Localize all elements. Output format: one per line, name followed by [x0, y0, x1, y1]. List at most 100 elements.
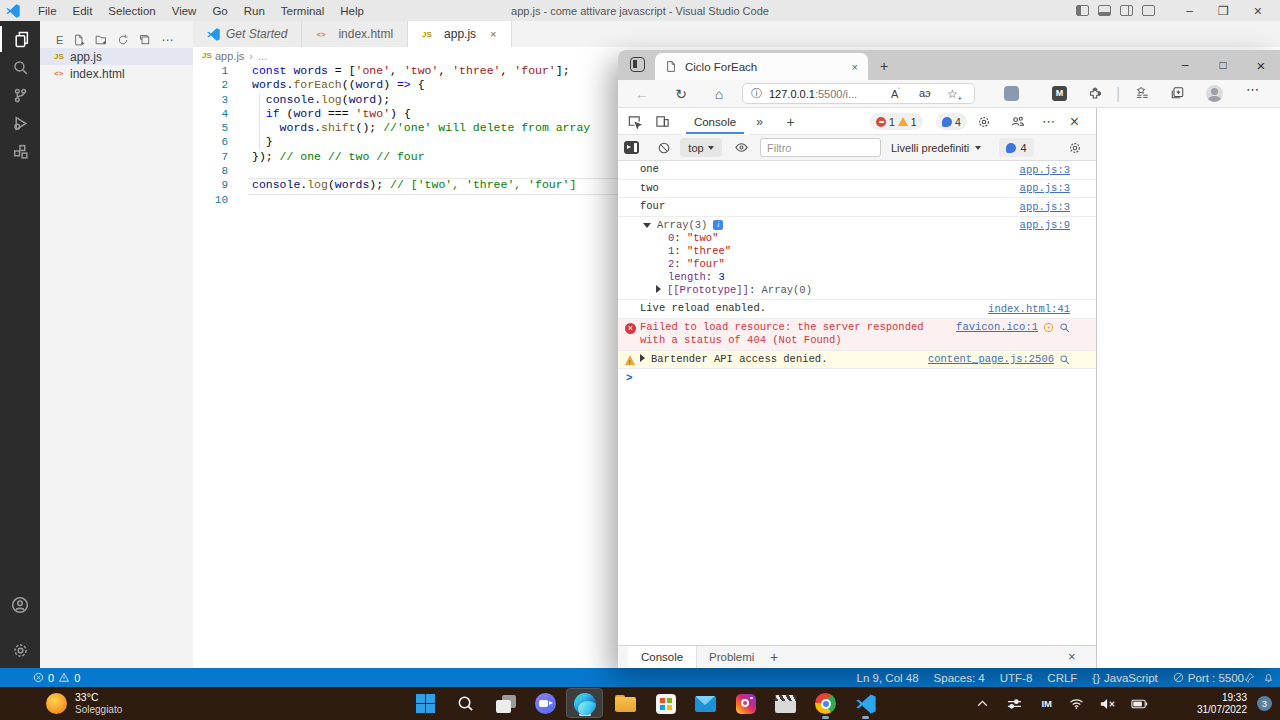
browser-tab-ciclo-foreach[interactable]: Ciclo ForEach × — [655, 53, 868, 80]
settings-gear-icon[interactable] — [0, 637, 40, 663]
statusbar-ln-9-col-48[interactable]: Ln 9, Col 48 — [857, 672, 919, 684]
tab-index-html[interactable]: <> index.html — [302, 21, 408, 47]
favorites-icon[interactable] — [1134, 86, 1149, 100]
context-selector[interactable]: top — [680, 138, 722, 157]
profile-avatar[interactable] — [1206, 85, 1223, 102]
vscode-taskbar-icon[interactable] — [853, 691, 878, 716]
live-expression-eye-icon[interactable] — [733, 139, 750, 156]
file-item-appjs[interactable]: JS app.js — [40, 48, 193, 65]
notification-count-badge[interactable]: 3 — [1257, 696, 1272, 711]
notifications-bell-icon[interactable] — [1263, 672, 1274, 683]
source-link[interactable]: app.js:3 — [1020, 164, 1070, 178]
more-tabs-icon[interactable]: » — [751, 113, 768, 130]
task-view-icon[interactable] — [493, 691, 518, 716]
extension-icon-m[interactable]: M — [1052, 86, 1067, 101]
file-item-indexhtml[interactable]: <> index.html — [40, 65, 193, 82]
new-tab-button[interactable]: + — [880, 58, 888, 74]
error-warning-badges[interactable]: 1 1 — [870, 113, 923, 130]
log-levels-dropdown[interactable]: Livelli predefiniti — [891, 135, 981, 161]
run-debug-icon[interactable] — [0, 110, 40, 136]
edge-minimize-button[interactable]: – — [1166, 58, 1204, 72]
refresh-icon[interactable]: ↻ — [672, 85, 690, 103]
address-bar[interactable]: ⓘ 127.0.0.1:5500/i... Aʹ aэ ☆+ — [742, 83, 975, 104]
tab-app-js[interactable]: JS app.js × — [408, 21, 511, 47]
edge-more-menu-icon[interactable]: ⋯ — [1246, 82, 1259, 97]
refresh-icon[interactable] — [117, 34, 129, 46]
accounts-icon[interactable] — [0, 592, 40, 618]
wifi-icon[interactable] — [1069, 687, 1084, 720]
edge-maximize-button[interactable]: □ — [1204, 58, 1242, 72]
drawer-tab-console[interactable]: Console — [628, 646, 697, 668]
devtools-tab-console[interactable]: Console — [681, 108, 749, 135]
expand-caret-icon[interactable] — [656, 285, 661, 293]
extensions-puzzle-icon[interactable] — [1088, 87, 1102, 101]
breadcrumb-more[interactable]: ... — [258, 50, 267, 62]
statusbar-crlf[interactable]: CRLF — [1047, 672, 1077, 684]
read-aloud-icon[interactable]: Aʹ — [891, 87, 900, 100]
feedback-icon[interactable] — [1244, 672, 1255, 683]
drawer-close-icon[interactable]: × — [1068, 649, 1076, 664]
browser-page-area[interactable] — [1096, 108, 1280, 668]
drawer-add-icon[interactable]: + — [770, 649, 778, 665]
devtools-feedback-icon[interactable] — [1009, 113, 1026, 130]
vscode-restore-button[interactable]: ❐ — [1210, 4, 1237, 18]
weather-widget[interactable]: 33°CSoleggiato — [46, 687, 122, 720]
source-link[interactable]: app.js:9 — [1020, 219, 1070, 233]
clock[interactable]: 19:3331/07/2022 — [1197, 692, 1247, 715]
devtools-close-icon[interactable]: × — [1066, 113, 1083, 130]
new-folder-icon[interactable] — [95, 34, 107, 46]
clear-console-icon[interactable] — [655, 139, 672, 156]
menu-view[interactable]: View — [164, 5, 205, 17]
console-settings-gear-icon[interactable] — [1066, 139, 1083, 156]
menu-go[interactable]: Go — [204, 5, 235, 17]
console-filter-input[interactable]: Filtro — [760, 138, 881, 157]
collapse-folders-icon[interactable] — [139, 34, 151, 46]
file-explorer-icon[interactable] — [613, 691, 638, 716]
start-button[interactable] — [413, 691, 438, 716]
source-link[interactable]: content_page.js:2506 — [928, 353, 1054, 367]
collections-icon[interactable] — [1170, 86, 1185, 100]
collapse-caret-icon[interactable] — [643, 223, 651, 228]
taskbar-search-icon[interactable] — [453, 691, 478, 716]
home-icon[interactable]: ⌂ — [710, 85, 728, 103]
vscode-close-button[interactable]: × — [1246, 3, 1270, 19]
back-icon[interactable]: ← — [633, 85, 651, 103]
breadcrumb-file[interactable]: app.js — [215, 50, 244, 62]
toggle-sidebar-icon[interactable] — [1076, 5, 1089, 16]
console-sidebar-icon[interactable] — [623, 139, 640, 156]
extensions-icon[interactable] — [0, 138, 40, 164]
statusbar-javascript[interactable]: {}JavaScript — [1092, 672, 1157, 684]
microsoft-store-icon[interactable] — [653, 691, 678, 716]
translate-icon[interactable]: aэ — [919, 87, 931, 99]
drawer-tab-problemi[interactable]: Problemi — [696, 646, 767, 668]
source-link[interactable]: favicon.ico:1 — [956, 321, 1038, 335]
tab-close-icon[interactable]: × — [490, 28, 496, 40]
source-link[interactable]: index.html:41 — [988, 303, 1070, 317]
menu-terminal[interactable]: Terminal — [273, 5, 332, 17]
input-language-indicator[interactable]: IM — [1041, 687, 1052, 720]
menu-run[interactable]: Run — [236, 5, 273, 17]
tab-close-icon[interactable]: × — [852, 61, 858, 73]
toggle-panel-icon[interactable] — [1098, 5, 1111, 16]
menu-selection[interactable]: Selection — [100, 5, 163, 17]
problems-status[interactable]: 0 0 — [33, 672, 80, 684]
instagram-icon[interactable] — [733, 691, 758, 716]
video-editor-icon[interactable] — [773, 691, 798, 716]
array-property[interactable]: [[Prototype]]: Array(0) — [656, 284, 1068, 297]
search-icon[interactable] — [0, 54, 40, 80]
tab-get-started[interactable]: Get Started — [193, 21, 302, 47]
menu-file[interactable]: File — [30, 5, 65, 17]
messages-badge[interactable]: 4 — [936, 113, 967, 130]
volume-muted-icon[interactable] — [1100, 687, 1116, 720]
edge-taskbar-icon[interactable] — [572, 691, 597, 716]
tray-expand-chevron-icon[interactable] — [977, 687, 988, 720]
vscode-minimize-button[interactable]: – — [1178, 4, 1201, 18]
mail-icon[interactable] — [693, 691, 718, 716]
menu-edit[interactable]: Edit — [65, 5, 101, 17]
explorer-more-actions-icon[interactable]: ⋯ — [161, 33, 173, 47]
device-toolbar-icon[interactable] — [654, 113, 671, 130]
statusbar-utf-8[interactable]: UTF-8 — [1000, 672, 1033, 684]
customize-layout-icon[interactable] — [1142, 5, 1155, 16]
chrome-icon[interactable] — [813, 691, 838, 716]
edge-close-button[interactable]: × — [1242, 57, 1280, 74]
